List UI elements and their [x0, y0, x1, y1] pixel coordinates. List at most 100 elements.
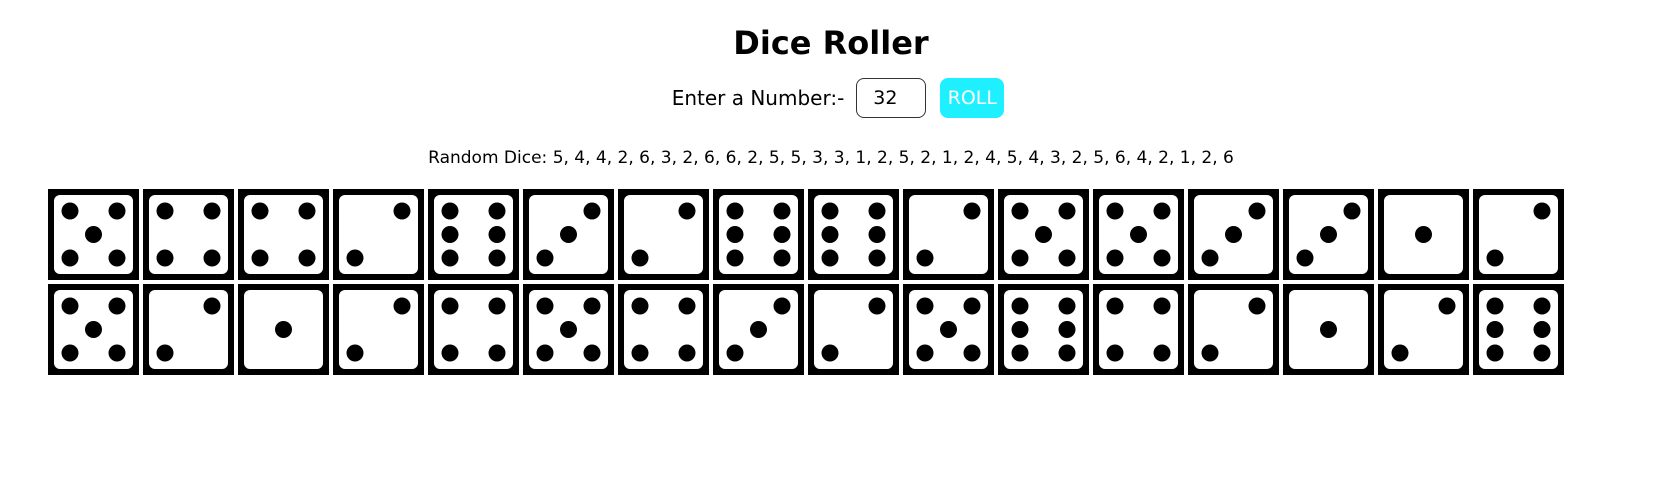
dice-grid — [48, 189, 1568, 379]
die-pip — [1248, 202, 1266, 220]
die-pip — [678, 202, 696, 220]
random-dice-label: Random Dice: — [428, 148, 548, 168]
random-dice-result: Random Dice: 5, 4, 4, 2, 6, 3, 2, 6, 6, … — [0, 146, 1662, 170]
die-27 — [998, 284, 1089, 375]
die-30 — [1283, 284, 1374, 375]
die-pip — [108, 344, 126, 362]
die-pip — [488, 344, 506, 362]
die-pip — [1296, 249, 1314, 267]
die-pip — [1035, 226, 1052, 243]
die-pip — [1058, 321, 1076, 338]
die-20 — [333, 284, 424, 375]
die-10 — [903, 189, 994, 280]
die-pip — [1533, 321, 1551, 338]
die-pip — [251, 249, 269, 267]
die-pip — [1320, 226, 1337, 243]
die-pip — [773, 249, 791, 267]
die-pip — [1153, 202, 1171, 220]
die-pip — [821, 344, 839, 362]
die-pip — [441, 226, 459, 243]
die-pip — [940, 321, 957, 338]
die-5 — [428, 189, 519, 280]
die-pip — [773, 297, 791, 315]
die-pip — [61, 297, 79, 315]
die-25 — [808, 284, 899, 375]
die-pip — [488, 226, 506, 243]
die-pip — [868, 226, 886, 243]
die-pip — [726, 344, 744, 362]
die-7 — [618, 189, 709, 280]
die-pip — [1486, 344, 1504, 362]
die-18 — [143, 284, 234, 375]
die-pip — [963, 202, 981, 220]
die-pip — [346, 344, 364, 362]
die-pip — [1533, 344, 1551, 362]
die-pip — [1058, 202, 1076, 220]
die-pip — [108, 297, 126, 315]
die-pip — [85, 321, 102, 338]
die-pip — [1486, 321, 1504, 338]
die-pip — [108, 202, 126, 220]
die-29 — [1188, 284, 1279, 375]
die-pip — [631, 249, 649, 267]
die-pip — [156, 344, 174, 362]
die-pip — [1130, 226, 1147, 243]
die-pip — [536, 344, 554, 362]
die-pip — [868, 297, 886, 315]
die-pip — [963, 297, 981, 315]
die-pip — [1201, 344, 1219, 362]
die-pip — [1343, 202, 1361, 220]
die-pip — [393, 297, 411, 315]
die-pip — [631, 344, 649, 362]
die-pip — [1153, 297, 1171, 315]
die-pip — [560, 321, 577, 338]
die-pip — [1058, 344, 1076, 362]
die-pip — [1106, 297, 1124, 315]
die-8 — [713, 189, 804, 280]
die-pip — [1011, 202, 1029, 220]
die-pip — [1248, 297, 1266, 315]
die-pip — [203, 249, 221, 267]
die-21 — [428, 284, 519, 375]
die-pip — [1011, 297, 1029, 315]
die-pip — [156, 249, 174, 267]
die-pip — [203, 297, 221, 315]
die-31 — [1378, 284, 1469, 375]
die-13 — [1188, 189, 1279, 280]
die-pip — [678, 297, 696, 315]
die-14 — [1283, 189, 1374, 280]
die-pip — [1153, 344, 1171, 362]
die-pip — [726, 202, 744, 220]
die-12 — [1093, 189, 1184, 280]
roll-controls: Enter a Number:- ROLL — [0, 78, 1662, 118]
die-pip — [156, 202, 174, 220]
die-pip — [821, 249, 839, 267]
die-pip — [773, 202, 791, 220]
die-pip — [1533, 202, 1551, 220]
die-pip — [346, 249, 364, 267]
roll-button[interactable]: ROLL — [940, 78, 1005, 118]
die-16 — [1473, 189, 1564, 280]
die-pip — [726, 226, 744, 243]
die-pip — [275, 321, 292, 338]
die-pip — [583, 202, 601, 220]
die-23 — [618, 284, 709, 375]
die-pip — [393, 202, 411, 220]
die-pip — [488, 249, 506, 267]
die-pip — [773, 226, 791, 243]
die-pip — [821, 226, 839, 243]
page-title: Dice Roller — [733, 24, 929, 62]
die-pip — [441, 297, 459, 315]
die-pip — [441, 344, 459, 362]
die-pip — [1011, 321, 1029, 338]
number-prompt-label: Enter a Number:- — [671, 86, 845, 110]
die-pip — [61, 344, 79, 362]
die-3 — [238, 189, 329, 280]
die-pip — [1486, 249, 1504, 267]
die-pip — [298, 202, 316, 220]
number-input[interactable] — [856, 78, 927, 118]
die-pip — [583, 344, 601, 362]
die-pip — [916, 297, 934, 315]
die-pip — [1391, 344, 1409, 362]
die-24 — [713, 284, 804, 375]
